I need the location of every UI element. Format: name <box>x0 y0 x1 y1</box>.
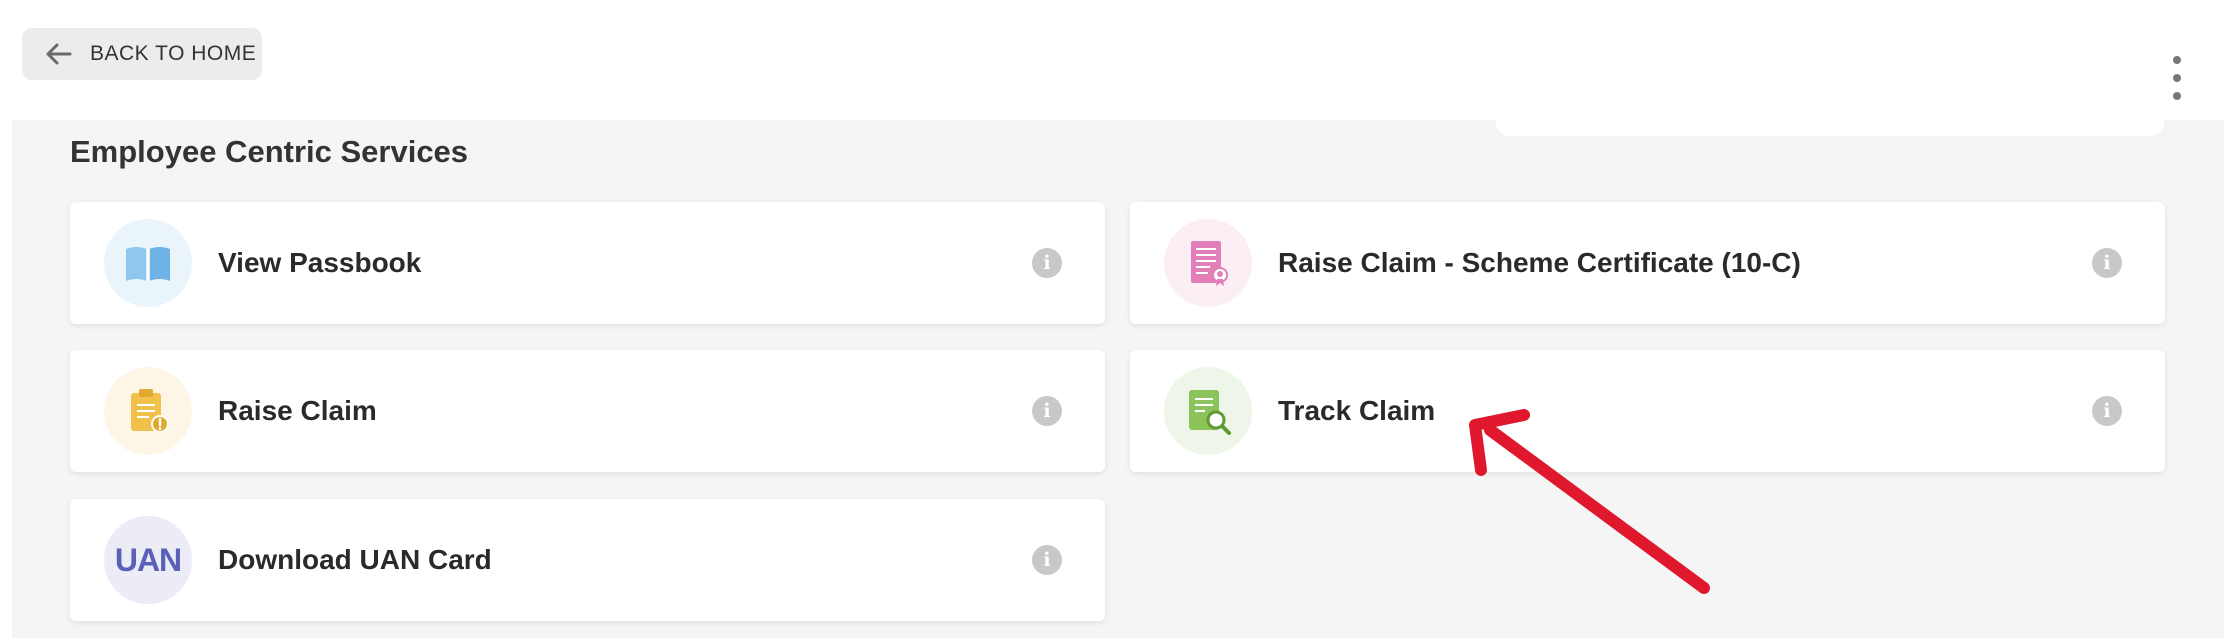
uan-icon: UAN <box>104 516 192 604</box>
info-icon[interactable]: i <box>1032 545 1062 575</box>
service-card-scheme-certificate[interactable]: Raise Claim - Scheme Certificate (10-C) … <box>1130 202 2165 324</box>
back-to-home-button[interactable]: BACK TO HOME <box>22 28 262 80</box>
back-to-home-label: BACK TO HOME <box>90 42 257 65</box>
service-card-view-passbook[interactable]: View Passbook i <box>70 202 1105 324</box>
info-icon[interactable]: i <box>2092 248 2122 278</box>
info-icon[interactable]: i <box>1032 396 1062 426</box>
section-title: Employee Centric Services <box>70 134 469 169</box>
claim-document-icon <box>104 367 192 455</box>
service-label: Raise Claim <box>218 395 377 426</box>
info-icon[interactable]: i <box>1032 248 1062 278</box>
service-label: Track Claim <box>1278 395 1436 426</box>
uan-icon-text: UAN <box>114 541 182 578</box>
info-icon[interactable]: i <box>2092 396 2122 426</box>
document-search-icon <box>1164 367 1252 455</box>
kebab-menu-icon[interactable] <box>2160 56 2194 100</box>
book-icon <box>104 219 192 307</box>
certificate-icon <box>1164 219 1252 307</box>
service-card-raise-claim[interactable]: Raise Claim i <box>70 350 1105 472</box>
service-label: Raise Claim - Scheme Certificate (10-C) <box>1278 247 1801 278</box>
arrow-left-icon <box>46 43 72 65</box>
dropdown-card-remnant <box>1496 100 2164 136</box>
service-label: View Passbook <box>218 247 422 278</box>
service-label: Download UAN Card <box>218 544 492 575</box>
service-card-track-claim[interactable]: Track Claim i <box>1130 350 2165 472</box>
service-card-download-uan[interactable]: UAN Download UAN Card i <box>70 499 1105 621</box>
